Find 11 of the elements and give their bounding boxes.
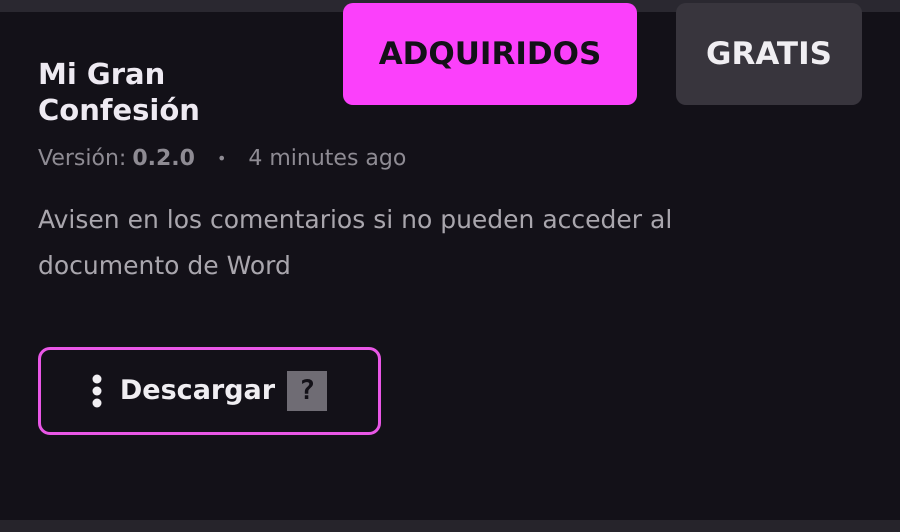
separator-dot: • (216, 148, 226, 170)
item-title: Mi Gran Confesión (38, 56, 201, 128)
item-description: Avisen en los comentarios si no pueden acceder al documento de Word (38, 204, 674, 282)
tab[interactable]: ADQUIRIDOS (343, 3, 637, 105)
version-label: Versión: (38, 145, 126, 173)
tab[interactable]: GRATIS (676, 3, 862, 105)
missing-glyph: ? (287, 371, 328, 411)
timestamp: 4 minutes ago (248, 145, 406, 173)
download-button[interactable]: Descargar ? (38, 347, 381, 435)
version-number: 0.2.0 (132, 145, 195, 173)
more-vertical-icon (92, 374, 102, 408)
